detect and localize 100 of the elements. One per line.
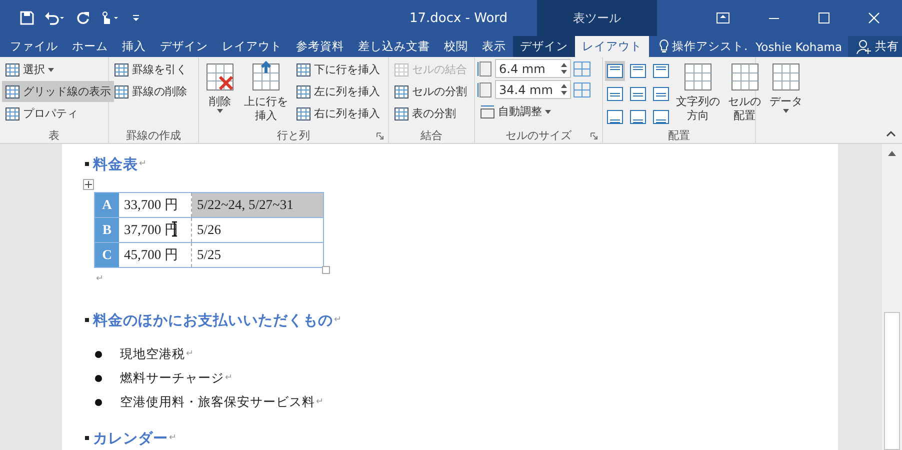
ribbon-tab[interactable]: 校閲 [437,36,475,57]
table-cell: C [95,243,119,267]
tell-me-text: 操作アシスト. [672,39,748,54]
heading: 料金のほかにお支払いいただくもの [93,312,333,330]
spin-arrows-icon[interactable] [561,63,567,74]
ribbon-button[interactable]: 罫線を引く [111,59,190,80]
autofit-button[interactable]: 自動調整 [477,101,591,122]
list-item: 現地空港税 [120,346,185,362]
ribbon-button[interactable]: 削除 [201,59,239,127]
tell-me-box[interactable]: 操作アシスト. [649,36,748,57]
customize-icon[interactable] [132,13,140,23]
align-button[interactable] [651,107,671,127]
ribbon-button[interactable]: 右に列を挿入 [293,103,383,124]
ribbon-button[interactable]: 上に行を 挿入 [241,59,291,127]
align-button[interactable] [605,61,625,81]
maximize-icon[interactable] [818,12,830,24]
ribbon-button[interactable]: セルの分割 [391,81,470,102]
group-label: セルのサイズ [506,128,572,142]
align-button[interactable] [628,84,648,104]
table-icon [5,106,20,120]
table-icon [296,84,311,98]
close-icon[interactable] [868,12,880,24]
ribbon-button[interactable]: プロパティ [2,103,114,124]
align-icon [607,87,623,101]
table-icon [114,84,129,98]
group-label: 行と列 [277,128,310,142]
scroll-up-icon[interactable] [888,150,896,156]
list-bullet [95,374,102,382]
align-button[interactable] [628,61,648,81]
table-cell: 5/22~24, 5/27~31 [192,193,323,217]
ribbon-tab[interactable]: 参考資料 [289,36,351,57]
dialog-launcher-icon[interactable] [590,132,598,140]
paragraph-mark: ↵ [169,433,177,443]
group-label: 罫線の作成 [126,128,181,142]
paragraph-mark: ↵ [139,159,147,169]
align-icon [653,110,669,124]
distribute-icon[interactable] [573,60,591,76]
ribbon-button[interactable]: 罫線の削除 [111,81,190,102]
align-icon [630,64,646,78]
ribbon-tab[interactable]: 差し込み文書 [351,36,437,57]
ribbon-tab[interactable]: ファイル [0,36,65,57]
spin-arrows-icon[interactable] [561,84,567,95]
caret-icon [783,109,789,113]
list-item: 空港使用料・旅客保安サービス料 [120,394,315,410]
ribbon-button[interactable]: グリッド線の表示 [2,81,114,102]
align-button[interactable] [605,107,625,127]
align-button[interactable] [605,84,625,104]
ribbon-button[interactable]: 文字列の 方向 [673,59,723,127]
lightbulb-icon [659,39,669,54]
table-icon [114,62,129,76]
ribbon-button[interactable]: 下に行を挿入 [293,59,383,80]
user-name[interactable]: Yoshie Kohama [748,40,842,54]
align-button[interactable] [651,84,671,104]
ribbon-button[interactable]: 表の分割 [391,103,470,124]
ribbon-tab[interactable]: ホーム [65,36,115,57]
paragraph-mark: ↵ [96,274,105,284]
table-move-handle[interactable] [83,179,94,190]
table-icon [728,61,760,93]
person-add-icon [856,39,872,54]
save-icon[interactable] [20,11,34,25]
collapse-ribbon-icon[interactable] [886,130,896,137]
table-icon [394,84,409,98]
paragraph-mark: ↵ [334,315,342,325]
align-icon [630,110,646,124]
ribbon-button[interactable]: 左に列を挿入 [293,81,383,102]
table-icon [5,84,20,98]
table-cell-text: 5/26 [196,221,222,239]
align-icon [630,87,646,101]
size-field[interactable]: 34.4 mm [495,80,571,99]
share-button[interactable]: 共有 [848,36,902,57]
group-label: 配置 [668,128,690,142]
scroll-thumb[interactable] [884,312,900,450]
ribbon-button[interactable]: セルの 配置 [725,59,764,127]
list-bullet [95,398,102,406]
table-cell: A [95,193,119,217]
cell-size-icon [477,60,493,78]
ribbon-tab[interactable]: レイアウト [215,36,289,57]
scrollbar[interactable] [882,144,902,450]
heading: 料金表 [93,156,138,174]
distribute-icon[interactable] [573,82,591,98]
align-button[interactable] [651,61,671,81]
ribbon-tab[interactable]: 挿入 [115,36,153,57]
undo-icon[interactable] [44,11,66,25]
ribbon-tab[interactable]: 表示 [475,36,513,57]
table-icon [5,62,20,76]
ribbon-button[interactable]: データ [766,59,806,127]
caret-icon [217,109,223,113]
dialog-launcher-icon[interactable] [376,132,384,140]
size-field[interactable]: 6.4 mm [495,59,571,78]
context-tab-group: 表ツール [537,0,657,36]
table-icon [770,61,802,93]
ribbon-button[interactable]: 選択 [2,59,114,80]
ribbon-display-icon[interactable] [716,12,730,24]
align-button[interactable] [628,107,648,127]
ribbon-tab[interactable]: デザイン [513,36,575,57]
autofit-icon [480,104,495,118]
ribbon-tab[interactable]: デザイン [153,36,215,57]
ribbon-tab[interactable]: レイアウト [575,36,649,57]
redo-icon[interactable] [76,11,90,25]
table-resize-handle[interactable] [322,266,330,274]
